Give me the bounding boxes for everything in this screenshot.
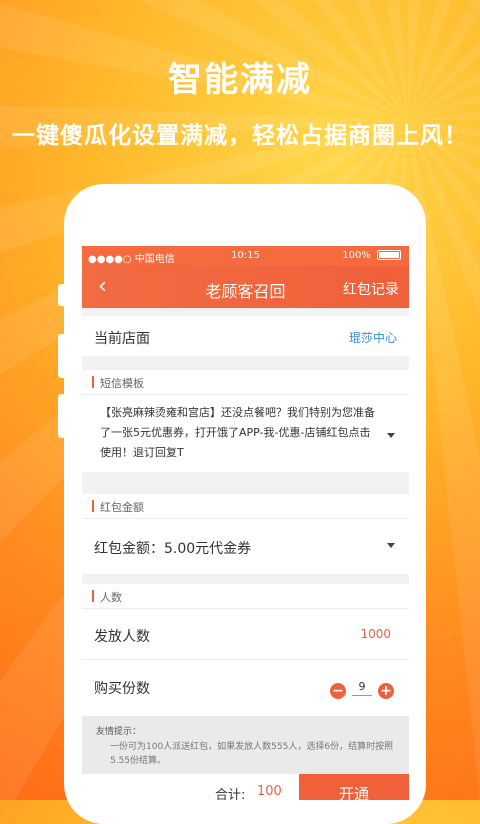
phone-side-button — [58, 394, 64, 438]
people-section-header: 人数 — [82, 584, 409, 609]
amount-row[interactable]: 红包金额： 5.00元代金券 — [82, 519, 409, 574]
battery-status: 100% — [342, 250, 401, 261]
amount-value: 5.00元代金券 — [164, 541, 252, 557]
buy-count-input[interactable]: 9 — [352, 680, 372, 696]
promo-subline: 一键傻瓜化设置满减，轻松占据商圈上风！ — [12, 123, 468, 149]
buy-count-row: 购买份数 − 9 + — [82, 660, 409, 716]
send-count-label: 发放人数 — [94, 629, 150, 645]
total-value: 100 — [257, 784, 282, 799]
send-count-value: 1000 — [360, 627, 391, 641]
sms-template-text: 【张亮麻辣烫雍和宫店】还没点餐吧？我们特别为您准备了一张5元优惠券，打开饿了AP… — [100, 406, 375, 459]
people-section-title: 人数 — [100, 591, 122, 604]
nav-bar: ‹ 老顾客召回 红包记录 — [82, 266, 409, 308]
sms-template-row[interactable]: 【张亮麻辣烫雍和宫店】还没点餐吧？我们特别为您准备了一张5元优惠券，打开饿了AP… — [82, 395, 409, 472]
promo-headline: 智能满减 — [168, 60, 312, 100]
section-marker — [92, 590, 94, 602]
battery-label: 100% — [342, 250, 371, 261]
sms-section-header: 短信模板 — [82, 370, 409, 395]
bottom-bar: 合计: 100 开通 — [82, 774, 409, 800]
open-button[interactable]: 开通 — [299, 774, 409, 800]
phone-side-button — [58, 334, 64, 378]
plus-button[interactable]: + — [378, 683, 394, 699]
tip-box: 友情提示： 一份可为100人派送红包，如果发放人数555人，选择6份，结算时按照… — [82, 716, 409, 774]
amount-label: 红包金额： — [94, 541, 164, 557]
store-row[interactable]: 当前店面 琨莎中心 — [82, 316, 409, 356]
store-value[interactable]: 琨莎中心 — [349, 329, 397, 346]
minus-button[interactable]: − — [330, 683, 346, 699]
store-label: 当前店面 — [94, 331, 150, 347]
dropdown-caret-icon[interactable] — [387, 543, 395, 548]
tip-title: 友情提示： — [96, 727, 142, 737]
total-label: 合计: — [215, 788, 246, 800]
amount-section-title: 红包金额 — [100, 501, 144, 514]
send-count-row: 发放人数 1000 — [82, 609, 409, 660]
section-marker — [92, 376, 94, 388]
redpacket-records-link[interactable]: 红包记录 — [343, 279, 399, 299]
phone-side-button — [58, 284, 64, 306]
tip-text: 一份可为100人派送红包，如果发放人数555人，选择6份，结算时按照5.55份结… — [110, 742, 394, 766]
sms-section-title: 短信模板 — [100, 377, 144, 390]
battery-icon — [377, 250, 401, 260]
status-bar: ●●●●○ 中国电信 10:15 100% — [82, 246, 409, 266]
amount-section-header: 红包金额 — [82, 494, 409, 519]
section-marker — [92, 500, 94, 512]
dropdown-caret-icon[interactable] — [387, 433, 395, 438]
app-screen: ●●●●○ 中国电信 10:15 100% ‹ 老顾客召回 红包记录 当前店面 … — [82, 246, 409, 800]
buy-count-label: 购买份数 — [94, 681, 150, 697]
